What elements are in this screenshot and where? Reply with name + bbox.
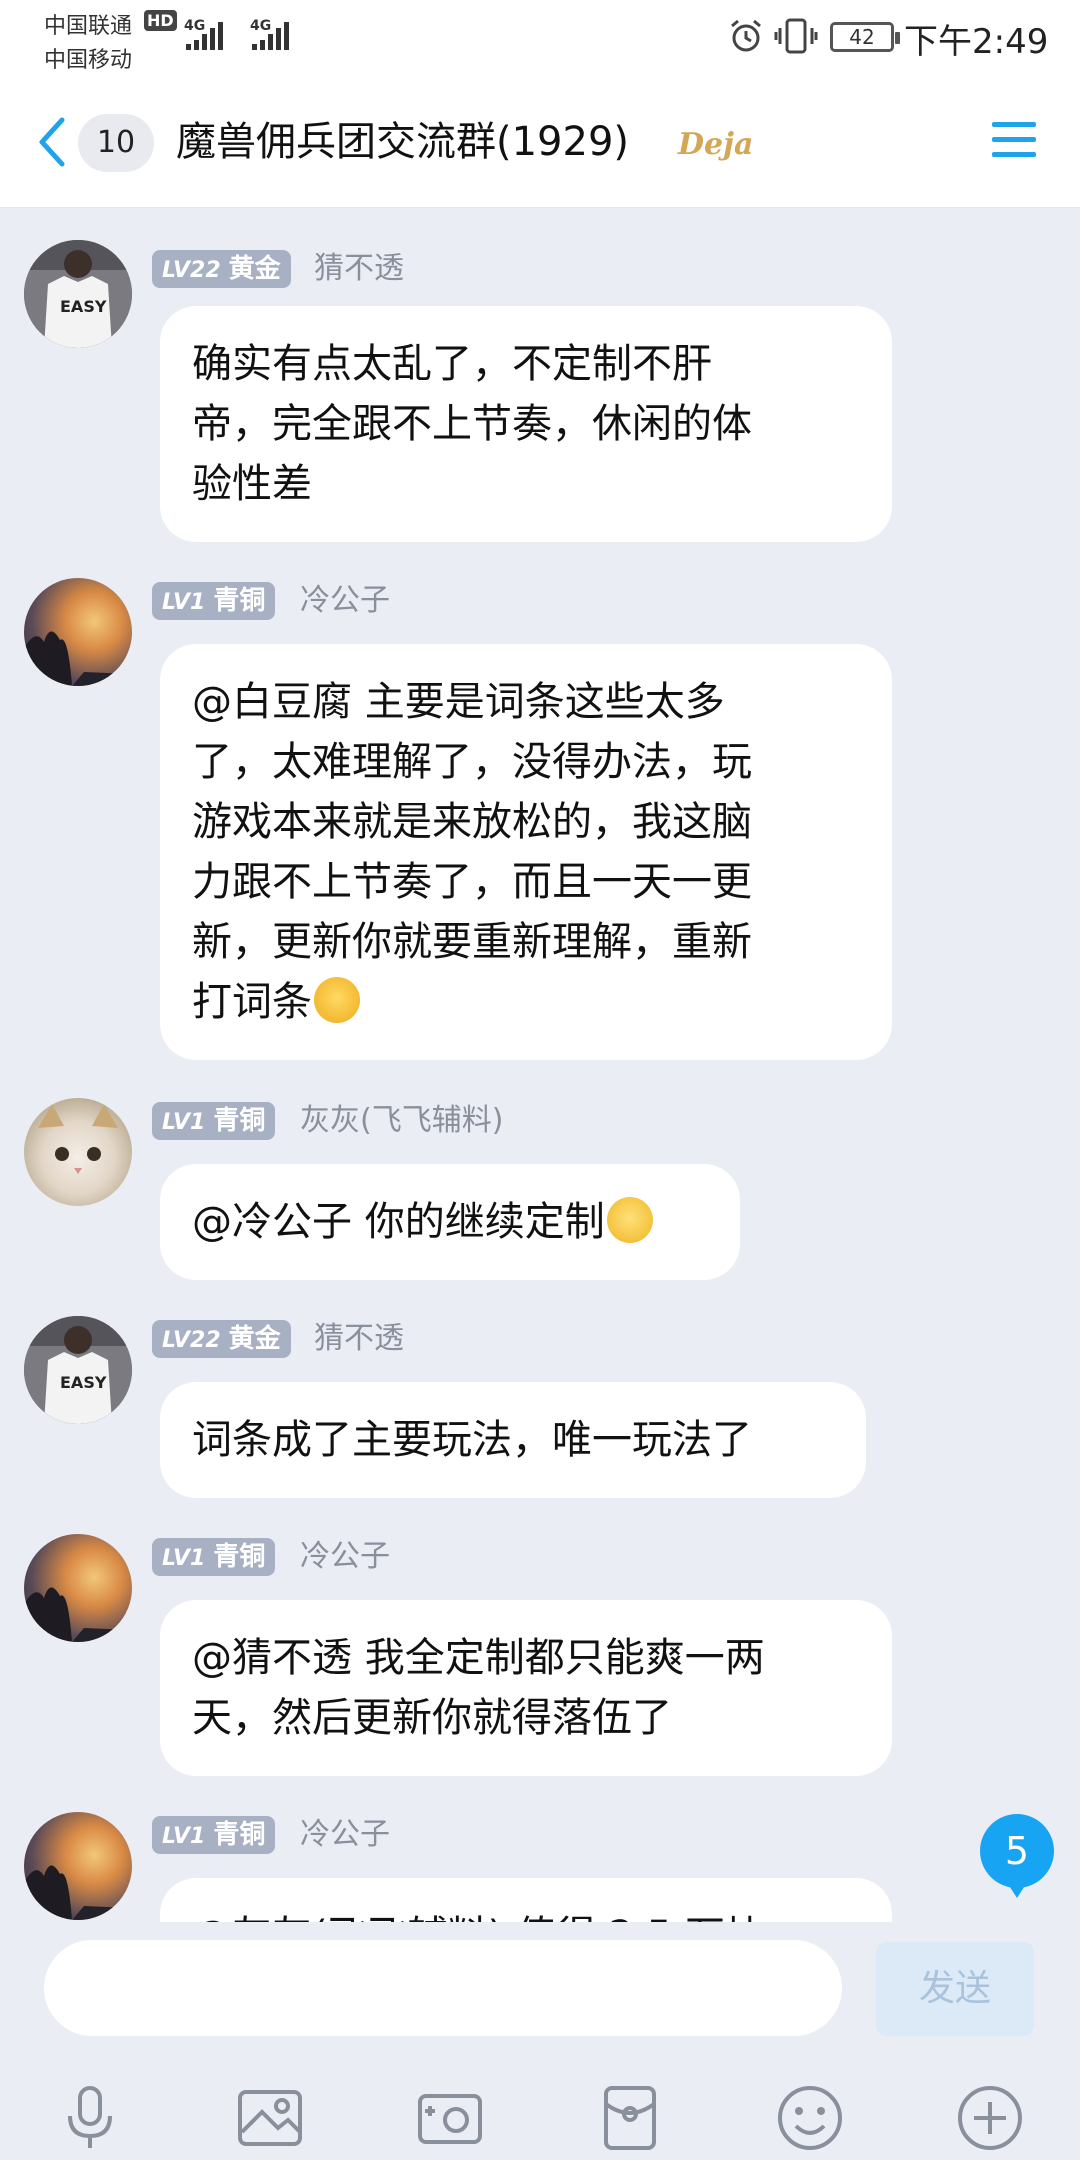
member-level-badge: LV22 黄金 xyxy=(152,250,291,288)
unread-count-badge[interactable]: 10 xyxy=(78,114,154,172)
message-text-line: 验性差 xyxy=(192,461,312,507)
image-icon[interactable] xyxy=(234,2082,306,2154)
hd-voice-badge: HD xyxy=(144,10,177,31)
chat-message: LV1 青铜 冷公子 @猜不透 我全定制都只能爽一两 天，然后更新你就得落伍了 xyxy=(0,1534,1080,1776)
message-bubble[interactable]: @白豆腐 主要是词条这些太多 了，太难理解了，没得办法，玩 游戏本来就是来放松的… xyxy=(160,644,892,1060)
message-text-line: 力跟不上节奏了，而且一天一更 xyxy=(192,859,752,905)
carrier-name-primary: 中国联通 xyxy=(44,14,133,39)
vibrate-mode-icon xyxy=(774,18,818,54)
sender-avatar[interactable]: EASY xyxy=(24,240,132,348)
status-bar: 中国联通 HD 中国移动 4G 4G 42 下午2:49 xyxy=(0,0,1080,73)
carrier-name-secondary: 中国移动 xyxy=(44,48,133,73)
message-bubble[interactable]: @灰灰(飞飞辅料) 值得 2 5 万块 xyxy=(160,1878,892,1922)
vip-badge-text: Deja xyxy=(677,127,753,162)
level-rank: 青铜 xyxy=(213,1542,266,1572)
emoji-icon[interactable] xyxy=(774,2082,846,2154)
chat-message: EASY LV22 黄金 猜不透 词条成了主要玩法，唯一玩法了 xyxy=(0,1316,1080,1498)
message-bubble[interactable]: 确实有点太乱了，不定制不肝 帝，完全跟不上节奏，休闲的体 验性差 xyxy=(160,306,892,542)
message-text-line: 游戏本来就是来放松的，我这脑 xyxy=(192,799,752,845)
svg-text:EASY: EASY xyxy=(60,297,107,316)
alarm-clock-icon xyxy=(731,19,761,52)
crying-laughing-emoji-icon xyxy=(314,977,360,1023)
message-text-line: @灰灰(飞飞辅料) 值得 2 5 万块 xyxy=(192,1906,860,1922)
member-level-badge: LV1 青铜 xyxy=(152,1102,276,1140)
level-number: LV1 xyxy=(162,1546,206,1571)
message-text-line: 帝，完全跟不上节奏，休闲的体 xyxy=(192,401,752,447)
message-input[interactable] xyxy=(44,1940,842,2036)
message-composer: 发送 xyxy=(0,1922,1080,2160)
message-text-line: 确实有点太乱了，不定制不肝 xyxy=(192,341,712,387)
sender-name[interactable]: 冷公子 xyxy=(300,1538,390,1576)
sender-name[interactable]: 猜不透 xyxy=(314,250,404,288)
hand-over-mouth-emoji-icon xyxy=(606,1197,653,1243)
message-text-line: 打词条 xyxy=(192,972,860,1032)
message-bubble[interactable]: 词条成了主要玩法，唯一玩法了 xyxy=(160,1382,866,1498)
level-rank: 青铜 xyxy=(213,586,266,616)
sender-avatar[interactable] xyxy=(24,578,132,686)
level-rank: 黄金 xyxy=(228,1324,281,1354)
sender-name[interactable]: 冷公子 xyxy=(300,582,390,620)
level-number: LV1 xyxy=(162,1824,206,1849)
send-button[interactable]: 发送 xyxy=(876,1942,1034,2036)
sender-avatar[interactable] xyxy=(24,1812,132,1920)
message-text-line: @冷公子 你的继续定制 xyxy=(192,1192,708,1252)
sender-avatar[interactable] xyxy=(24,1534,132,1642)
back-arrow-icon[interactable] xyxy=(34,114,70,170)
group-chat-title: 魔兽佣兵团交流群(1929) xyxy=(176,119,630,165)
chat-message: EASY LV22 黄金 猜不透 确实有点太乱了，不定制不肝 帝，完全跟不上节奏，… xyxy=(0,240,1080,550)
battery-indicator: 42 xyxy=(830,22,900,52)
level-number: LV22 xyxy=(162,258,221,283)
new-message-count-badge[interactable]: 5 xyxy=(980,1814,1054,1898)
level-number: LV1 xyxy=(162,590,206,615)
composer-toolbar xyxy=(0,2072,1080,2160)
chat-message: LV1 青铜 冷公子 @白豆腐 主要是词条这些太多 了，太难理解了，没得办法，玩 … xyxy=(0,578,1080,1060)
member-level-badge: LV1 青铜 xyxy=(152,1816,276,1854)
message-text-fragment: @冷公子 你的继续定制 xyxy=(192,1199,605,1245)
level-rank: 黄金 xyxy=(228,254,281,284)
message-text-line: 了，太难理解了，没得办法，玩 xyxy=(192,739,752,785)
chat-message: LV1 青铜 冷公子 @灰灰(飞飞辅料) 值得 2 5 万块 xyxy=(0,1812,1080,1922)
svg-text:EASY: EASY xyxy=(60,1373,107,1392)
microphone-icon[interactable] xyxy=(54,2082,126,2154)
member-level-badge: LV1 青铜 xyxy=(152,582,276,620)
level-number: LV1 xyxy=(162,1110,206,1135)
message-text-line: @猜不透 我全定制都只能爽一两 xyxy=(192,1635,765,1681)
signal-strength-icon: 4G xyxy=(250,18,289,50)
level-number: LV22 xyxy=(162,1328,221,1353)
member-level-badge: LV22 黄金 xyxy=(152,1320,291,1358)
network-type-label: 4G xyxy=(250,18,271,34)
red-packet-icon[interactable] xyxy=(594,2082,666,2154)
sender-avatar[interactable]: EASY xyxy=(24,1316,132,1424)
network-type-label: 4G xyxy=(184,18,205,34)
menu-icon[interactable] xyxy=(992,120,1036,160)
level-rank: 青铜 xyxy=(213,1106,266,1136)
group-vip-badge: Deja xyxy=(677,127,753,162)
plus-icon[interactable] xyxy=(954,2082,1026,2154)
chat-message: LV1 青铜 灰灰(飞飞辅料) @冷公子 你的继续定制 xyxy=(0,1098,1080,1280)
member-level-badge: LV1 青铜 xyxy=(152,1538,276,1576)
message-bubble[interactable]: @猜不透 我全定制都只能爽一两 天，然后更新你就得落伍了 xyxy=(160,1600,892,1776)
sender-avatar[interactable] xyxy=(24,1098,132,1206)
message-bubble[interactable]: @冷公子 你的继续定制 xyxy=(160,1164,740,1280)
message-text-fragment: 打词条 xyxy=(192,979,312,1025)
message-text-line: @白豆腐 主要是词条这些太多 xyxy=(192,679,725,725)
message-text-line: 天，然后更新你就得落伍了 xyxy=(192,1695,672,1741)
status-time: 下午2:49 xyxy=(904,22,1049,62)
message-text-line: 新，更新你就要重新理解，重新 xyxy=(192,919,752,965)
message-list[interactable]: EASY LV22 黄金 猜不透 确实有点太乱了，不定制不肝 帝，完全跟不上节奏，… xyxy=(0,208,1080,1922)
sender-name[interactable]: 猜不透 xyxy=(314,1320,404,1358)
message-text-line: 词条成了主要玩法，唯一玩法了 xyxy=(192,1417,752,1463)
camera-icon[interactable] xyxy=(414,2082,486,2154)
chat-header: 10 魔兽佣兵团交流群(1929) Deja xyxy=(0,72,1080,208)
sender-name[interactable]: 冷公子 xyxy=(300,1816,390,1854)
level-rank: 青铜 xyxy=(213,1820,266,1850)
sender-name[interactable]: 灰灰(飞飞辅料) xyxy=(300,1102,503,1140)
